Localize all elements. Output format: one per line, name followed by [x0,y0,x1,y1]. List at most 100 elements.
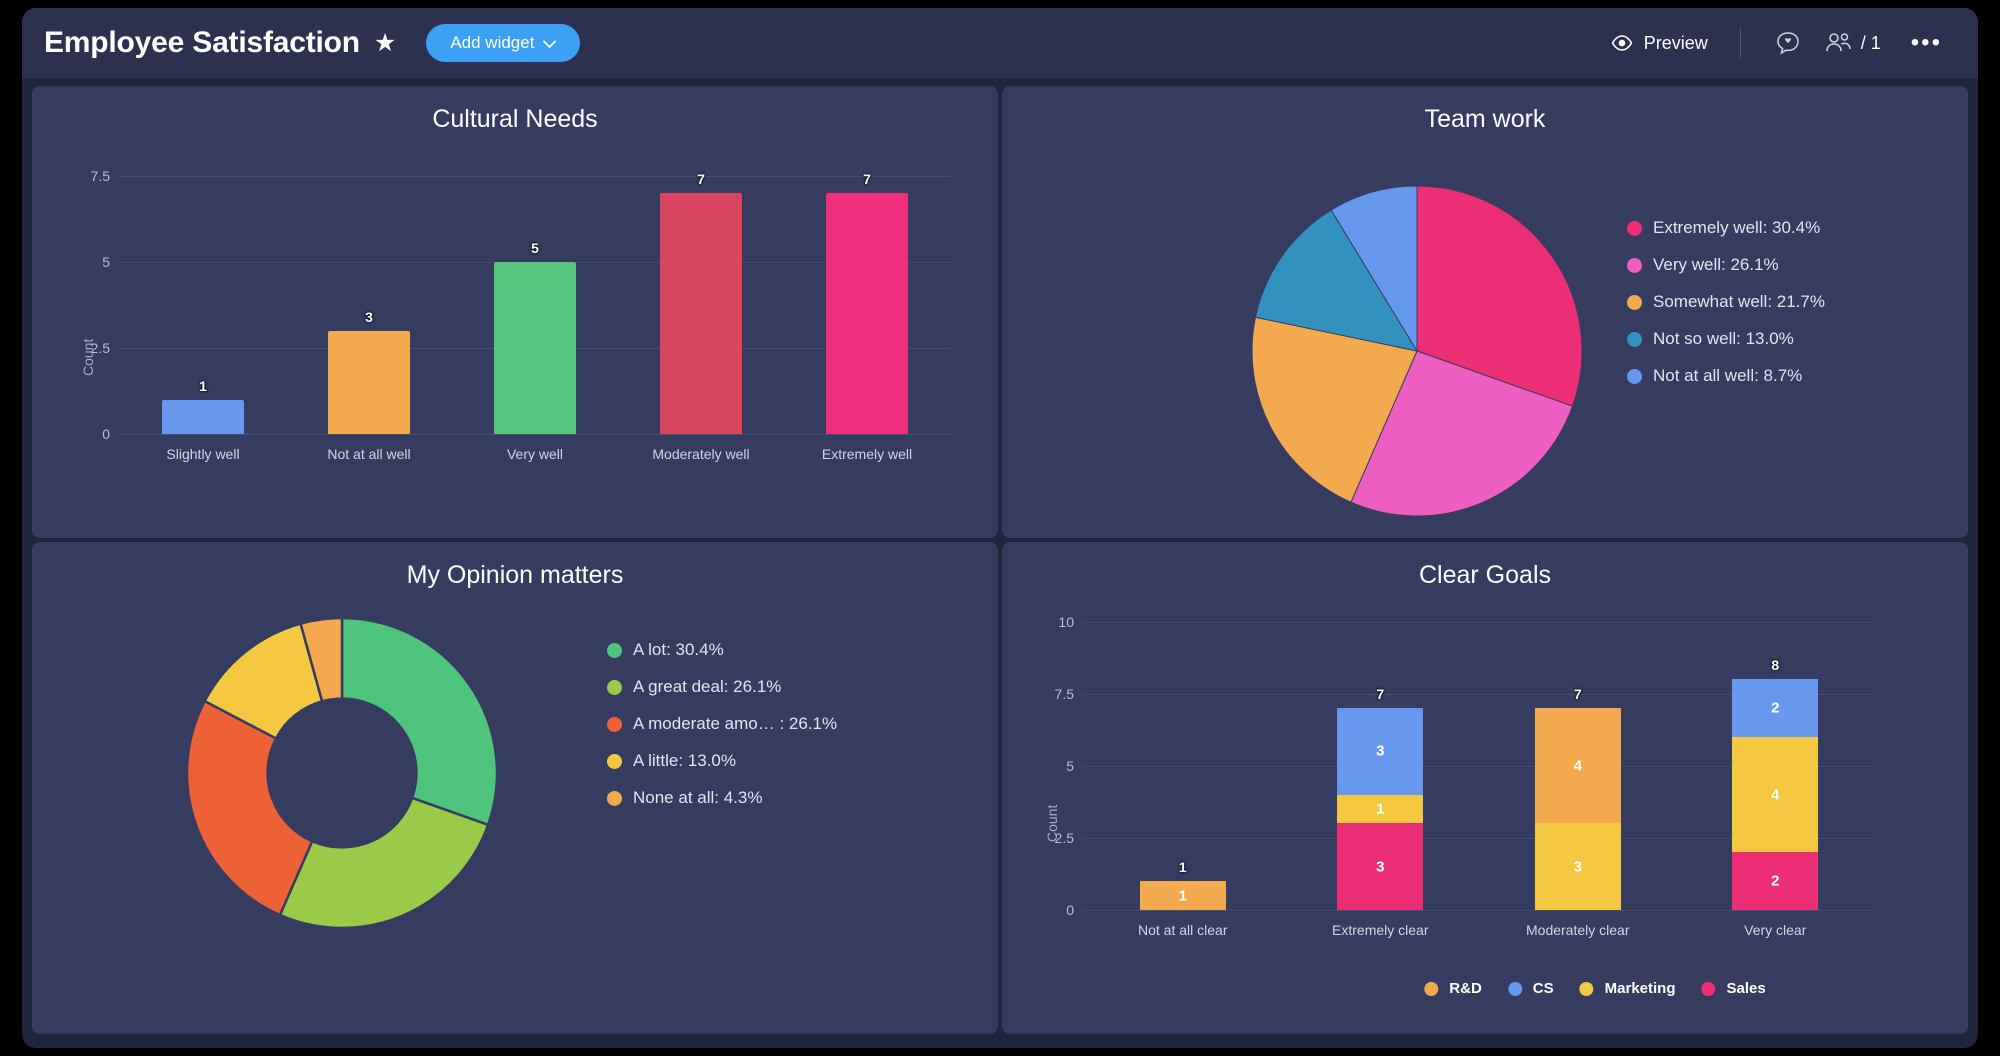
gridline [1084,910,1874,911]
pie-slice[interactable] [185,699,314,917]
header-divider [1739,27,1741,59]
preview-button[interactable]: Preview [1601,33,1718,54]
segment-value-label: 4 [1771,786,1780,804]
legend-item[interactable]: A moderate amo… : 26.1% [607,714,837,734]
bar-value-label: 7 [697,170,705,187]
x-axis-category-label: Very well [506,446,564,462]
legend-label: Marketing [1604,980,1676,997]
legend-item[interactable]: Very well: 26.1% [1627,255,1825,275]
legend-item[interactable]: None at all: 4.3% [607,788,837,808]
x-axis-category-label: Moderately well [652,446,750,462]
widget-title-team-work: Team work [1424,105,1546,133]
x-axis-category-label: Not at all clear [1138,922,1228,938]
legend-item[interactable]: R&D [1424,980,1482,997]
stacked-bar-segment[interactable]: 1 [1139,881,1226,910]
stack-total-label: 1 [1178,859,1187,876]
team-work-pie-chart [1251,185,1583,517]
bar[interactable] [494,261,576,434]
dashboard-header: Employee Satisfaction ★ Add widget Previ… [22,8,1978,78]
stack-total-label: 7 [1376,686,1385,703]
legend-item[interactable]: Not at all well: 8.7% [1627,366,1825,386]
bar[interactable] [328,330,410,434]
segment-value-label: 4 [1573,757,1582,775]
x-axis-category-label: Extremely clear [1332,922,1429,938]
stacked-bar-segment[interactable]: 2 [1732,679,1819,737]
legend-label: CS [1532,980,1554,997]
gridline [120,175,950,177]
stacked-bar-segment[interactable]: 4 [1534,708,1621,824]
bar[interactable] [162,399,244,434]
legend-label: Not at all well: 8.7% [1653,366,1803,385]
my-opinion-matters-donut-chart [185,616,499,930]
y-axis-tick: 5 [1066,757,1074,774]
segment-value-label: 3 [1376,858,1385,876]
legend-label: Not so well: 13.0% [1653,329,1794,348]
legend-color-dot [1627,368,1642,384]
legend-color-dot [1579,981,1594,996]
gridline [1084,621,1874,623]
comment-icon [1777,32,1799,55]
bar[interactable] [826,192,908,434]
legend-item[interactable]: Sales [1701,980,1766,997]
y-axis-tick: 7.5 [90,167,110,184]
y-axis-tick: 0 [102,426,110,442]
legend-color-dot [1507,981,1522,996]
stack-total-label: 8 [1771,657,1780,674]
legend-color-dot [607,679,622,695]
members-button[interactable]: / 1 [1813,32,1893,54]
legend-label: A little: 13.0% [633,751,737,770]
pie-svg [185,616,499,930]
legend-item[interactable]: A lot: 30.4% [607,640,837,660]
page-title: Employee Satisfaction [44,26,360,59]
legend-color-dot [607,753,622,769]
legend-color-dot [1627,220,1642,236]
legend-color-dot [1424,981,1439,996]
gridline [120,434,950,435]
legend-label: Extremely well: 30.4% [1653,218,1821,237]
legend-item[interactable]: Not so well: 13.0% [1627,329,1825,349]
eye-icon [1611,35,1633,51]
header-actions: Preview / 1 ••• [1601,27,1952,59]
y-axis-tick: 10 [1058,613,1074,630]
legend-item[interactable]: Marketing [1579,980,1676,997]
people-icon [1825,33,1851,52]
more-options-button[interactable]: ••• [1893,31,1952,55]
legend-item[interactable]: A little: 13.0% [607,751,837,771]
stacked-bar-segment[interactable]: 4 [1732,736,1819,853]
stacked-bar-segment[interactable]: 3 [1337,708,1424,795]
stacked-bar-segment[interactable]: 2 [1732,852,1819,910]
y-axis-tick: 5 [102,253,110,270]
comment-button[interactable] [1763,30,1813,56]
legend-label: Sales [1726,980,1766,997]
legend-color-dot [607,790,622,806]
stacked-bar-segment[interactable]: 3 [1337,823,1424,910]
legend-label: A moderate amo… : 26.1% [633,714,838,733]
legend-item[interactable]: Somewhat well: 21.7% [1627,292,1825,312]
widget-clear-goals: Clear Goals 0 2.5 5 7.5 10 1 1 Not at all clear… [1002,542,1968,1034]
widget-title-cultural-needs: Cultural Needs [432,105,598,133]
my-opinion-matters-legend: A lot: 30.4% A great deal: 26.1% A moderat… [607,640,837,808]
pie-slice[interactable] [278,796,490,930]
x-axis-category-label: Slightly well [166,446,240,462]
preview-label: Preview [1643,32,1708,53]
legend-color-dot [1627,257,1642,273]
segment-value-label: 2 [1771,872,1780,890]
legend-item[interactable]: CS [1507,980,1554,997]
segment-value-label: 2 [1771,699,1780,717]
stacked-bar-segment[interactable]: 3 [1534,823,1621,910]
stacked-bar-segment[interactable]: 1 [1337,794,1424,824]
pie-svg [1251,185,1583,517]
legend-item[interactable]: Extremely well: 30.4% [1627,218,1825,238]
star-icon[interactable]: ★ [374,30,396,56]
bar-value-label: 3 [365,308,373,325]
cultural-needs-chart: 0 2.5 5 7.5 1 Slightly well 3 Not at all well 5 V… [91,154,950,462]
x-axis-category-label: Moderately clear [1526,922,1630,938]
legend-color-dot [607,716,622,732]
x-axis-category-label: Not at all well [327,446,411,462]
x-axis-category-label: Extremely well [821,446,913,462]
bar[interactable] [660,192,742,434]
legend-label: A great deal: 26.1% [633,677,782,696]
pie-slice[interactable] [340,616,499,827]
add-widget-button[interactable]: Add widget [426,24,581,62]
legend-item[interactable]: A great deal: 26.1% [607,677,837,697]
